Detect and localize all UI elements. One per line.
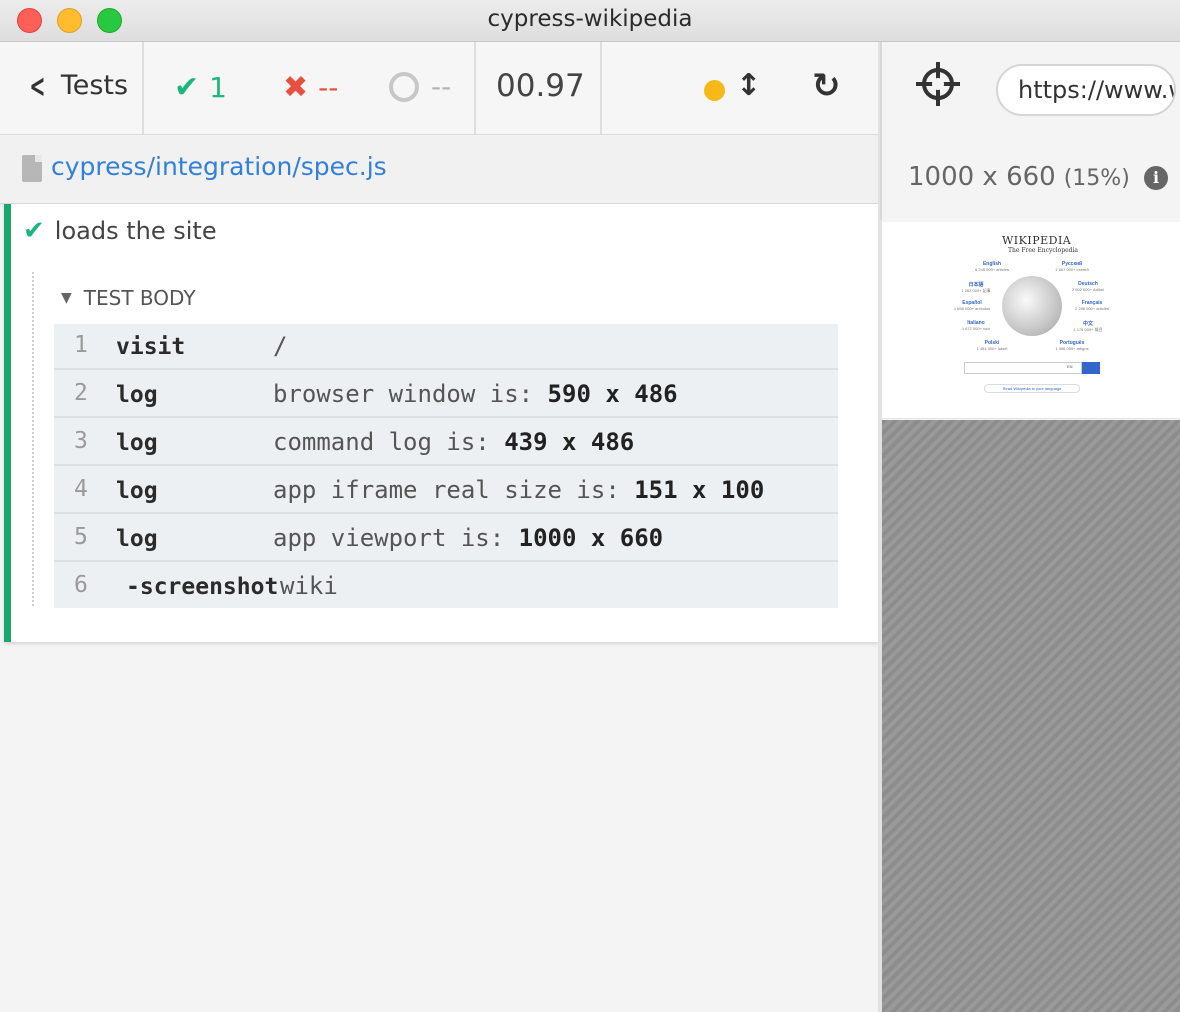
wiki-lang-link[interactable]: Deutsch 2 502 000+ Artikel	[1058, 281, 1118, 292]
run-duration: 00.97	[496, 68, 585, 104]
command-message: /	[273, 332, 288, 360]
command-row[interactable]: 3 log command log is: 439 x 486	[54, 420, 838, 466]
command-number: 2	[74, 380, 88, 406]
command-row[interactable]: 6 -screenshot wiki	[54, 564, 838, 610]
command-row[interactable]: 5 log app viewport is: 1000 x 660	[54, 516, 838, 562]
pending-count[interactable]: --	[389, 70, 451, 103]
running-status-dot	[704, 80, 725, 101]
command-number: 6	[74, 572, 88, 598]
check-icon: ✔	[174, 70, 200, 105]
wiki-lang-link[interactable]: 日本語 1 262 000+ 記事	[946, 281, 1006, 294]
header-divider	[142, 42, 144, 135]
test-body-toggle[interactable]: ▼ TEST BODY	[61, 286, 196, 310]
command-row[interactable]: 1 visit /	[54, 324, 838, 370]
aut-empty-area	[882, 420, 1180, 1012]
command-name: log	[116, 478, 158, 504]
command-row[interactable]: 2 log browser window is: 590 x 486	[54, 372, 838, 418]
failed-value: --	[318, 71, 339, 104]
check-icon: ✔	[23, 216, 45, 246]
command-name: -screenshot	[126, 574, 279, 600]
wiki-lang-link[interactable]: English 6 245 000+ articles	[962, 261, 1022, 272]
command-message: app viewport is: 1000 x 660	[273, 524, 664, 552]
pending-ring-icon	[389, 71, 419, 102]
wiki-lang-link[interactable]: Português 1 066 000+ artigos	[1042, 340, 1102, 351]
test-title-row[interactable]: ✔ loads the site	[23, 216, 217, 246]
header-divider	[600, 42, 602, 135]
test-runnable: ✔ loads the site ▼ TEST BODY 1 visit / 2…	[4, 204, 878, 642]
command-name: log	[116, 526, 158, 552]
wiki-read-language-button[interactable]: Read Wikipedia in your language	[984, 384, 1080, 393]
wiki-logo-title: WIKIPEDIA	[1002, 234, 1072, 247]
wiki-lang-link[interactable]: 中文 1 176 000+ 條目	[1058, 320, 1118, 333]
failed-count[interactable]: ✖ --	[283, 70, 338, 105]
viewport-size: 1000 x 660	[908, 162, 1056, 192]
wiki-search-button[interactable]	[1082, 362, 1100, 374]
viewport-scale: (15%)	[1063, 166, 1130, 191]
viewport-info: 1000 x 660 (15%)	[908, 162, 1130, 192]
wiki-search-input[interactable]	[964, 362, 1082, 374]
test-title: loads the site	[54, 217, 217, 245]
test-body-label: TEST BODY	[83, 286, 196, 310]
spec-file-link[interactable]: cypress/integration/spec.js	[51, 152, 387, 181]
passed-count[interactable]: ✔ 1	[174, 70, 227, 105]
tests-label: Tests	[60, 70, 129, 101]
header-divider	[474, 42, 476, 135]
aut-header: https://www.wikipedia.org/ 1000 x 660 (15…	[880, 42, 1180, 220]
pending-value: --	[431, 70, 452, 103]
wiki-globe-logo	[1002, 276, 1062, 336]
command-name: visit	[116, 334, 186, 360]
command-name: log	[116, 430, 158, 456]
tests-back-button[interactable]: < Tests	[24, 66, 129, 105]
wiki-logo-subtitle: The Free Encyclopedia	[1008, 247, 1078, 254]
command-number: 1	[74, 332, 88, 358]
wiki-language-select[interactable]: EN	[1067, 364, 1073, 369]
wiki-lang-link[interactable]: Español 1 658 000+ artículos	[942, 300, 1002, 311]
command-list: 1 visit / 2 log browser window is: 590 x…	[54, 324, 838, 608]
caret-down-icon: ▼	[61, 290, 72, 306]
window-title: cypress-wikipedia	[487, 6, 693, 32]
command-number: 3	[74, 428, 88, 454]
command-message: app iframe real size is: 151 x 100	[273, 476, 765, 504]
wiki-lang-link[interactable]: Italiano 1 672 000+ voci	[946, 320, 1006, 331]
command-message: command log is: 439 x 486	[273, 428, 635, 456]
aut-url-field[interactable]: https://www.wikipedia.org/	[996, 64, 1176, 116]
hooks-guide-line	[32, 272, 34, 606]
wiki-lang-link[interactable]: Polski 1 454 000+ haseł	[962, 340, 1022, 351]
cross-icon: ✖	[283, 70, 309, 105]
file-icon	[22, 155, 42, 182]
wiki-lang-link[interactable]: Français 2 296 000+ articles	[1062, 300, 1122, 311]
command-number: 5	[74, 524, 88, 550]
chevron-left-icon: <	[29, 66, 46, 105]
command-name: log	[116, 382, 158, 408]
window-titlebar: cypress-wikipedia	[0, 0, 1180, 42]
passed-value: 1	[209, 71, 227, 104]
expand-vertical-icon[interactable]: ↕	[736, 68, 761, 103]
command-row[interactable]: 4 log app iframe real size is: 151 x 100	[54, 468, 838, 514]
rerun-icon[interactable]: ↻	[812, 66, 841, 106]
wiki-lang-link[interactable]: Русский 1 687 000+ статей	[1042, 261, 1102, 272]
command-number: 4	[74, 476, 88, 502]
info-icon[interactable]: i	[1144, 166, 1168, 190]
command-message: browser window is: 590 x 486	[273, 380, 678, 408]
selector-playground-icon[interactable]	[916, 62, 960, 106]
command-message: wiki	[280, 572, 338, 600]
spec-file-bar: cypress/integration/spec.js	[0, 136, 878, 204]
aut-iframe[interactable]: WIKIPEDIA The Free Encyclopedia English 6…	[882, 222, 1180, 419]
